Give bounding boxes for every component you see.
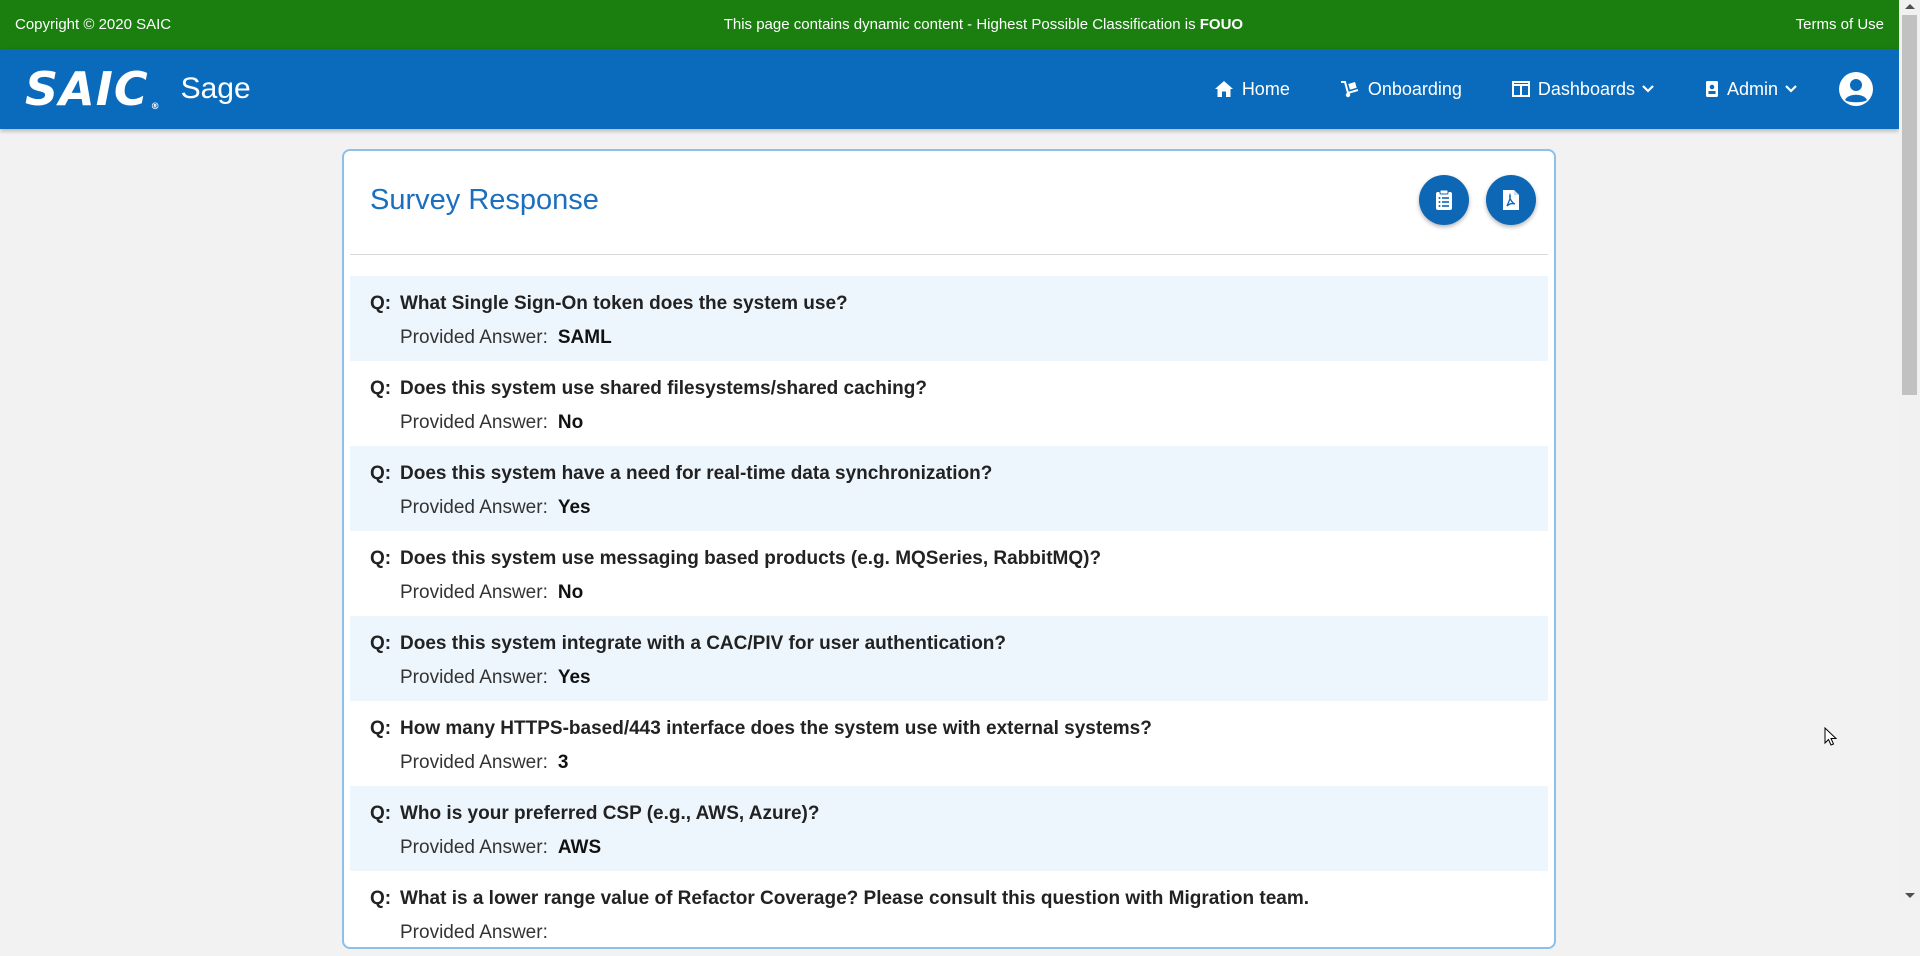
answer: Provided Answer: 3 bbox=[400, 752, 1548, 774]
question: Q: What is a lower range value of Refacto… bbox=[370, 888, 1548, 910]
classification-text: This page contains dynamic content - Hig… bbox=[724, 16, 1243, 33]
question-text: Does this system integrate with a CAC/PI… bbox=[400, 633, 1007, 654]
question-prefix: Q: bbox=[370, 548, 392, 569]
nav-admin[interactable]: Admin bbox=[1705, 79, 1798, 100]
answer: Provided Answer: AWS bbox=[400, 837, 1548, 859]
question-text: How many HTTPS-based/443 interface does … bbox=[400, 718, 1152, 739]
card-header: Survey Response bbox=[350, 151, 1548, 255]
question-prefix: Q: bbox=[370, 718, 392, 739]
vertical-scrollbar[interactable] bbox=[1899, 0, 1920, 902]
question-item: Q: Does this system use messaging based p… bbox=[350, 531, 1548, 616]
question-item: Q: Does this system use shared filesystem… bbox=[350, 361, 1548, 446]
answer: Provided Answer: Yes bbox=[400, 667, 1548, 689]
question-item: Q: Does this system have a need for real-… bbox=[350, 446, 1548, 531]
question-prefix: Q: bbox=[370, 463, 392, 484]
app-name: Sage bbox=[180, 72, 251, 105]
columns-icon bbox=[1511, 81, 1530, 97]
page-title: Survey Response bbox=[370, 184, 599, 216]
nav-onboarding-label: Onboarding bbox=[1367, 78, 1462, 99]
answer-label: Provided Answer: bbox=[400, 497, 548, 518]
question: Q: Does this system use shared filesystem… bbox=[370, 378, 1548, 400]
dolly-icon bbox=[1340, 81, 1359, 98]
nav-admin-label: Admin bbox=[1726, 78, 1778, 99]
main-navbar: SAIC ® Sage Home Onboarding Dashboards Ad… bbox=[0, 49, 1899, 129]
question: Q: How many HTTPS-based/443 interface doe… bbox=[370, 718, 1548, 740]
classification-prefix: This page contains dynamic content - Hig… bbox=[723, 16, 1200, 33]
question-text: What is a lower range value of Refactor … bbox=[400, 888, 1310, 909]
answer-value: No bbox=[557, 582, 584, 603]
saic-logo[interactable]: SAIC ® bbox=[25, 66, 161, 112]
answer-label: Provided Answer: bbox=[400, 837, 548, 858]
answer-label: Provided Answer: bbox=[400, 582, 548, 603]
question-list: Q: What Single Sign-On token does the sys… bbox=[350, 276, 1548, 956]
chevron-down-icon bbox=[1642, 85, 1654, 93]
question-text: Does this system use shared filesystems/… bbox=[400, 378, 927, 399]
question: Q: Who is your preferred CSP (e.g., AWS, … bbox=[370, 803, 1548, 825]
question: Q: Does this system integrate with a CAC/… bbox=[370, 633, 1548, 655]
question-prefix: Q: bbox=[370, 378, 392, 399]
answer-value: Yes bbox=[557, 667, 591, 688]
nav-home[interactable]: Home bbox=[1214, 79, 1290, 100]
home-icon bbox=[1214, 81, 1233, 97]
card-actions bbox=[1402, 175, 1536, 225]
question-item: Q: Who is your preferred CSP (e.g., AWS, … bbox=[350, 786, 1548, 871]
nav-onboarding[interactable]: Onboarding bbox=[1340, 79, 1462, 100]
answer: Provided Answer: SAML bbox=[400, 327, 1548, 349]
question-item: Q: How many HTTPS-based/443 interface doe… bbox=[350, 701, 1548, 786]
nav-dashboards[interactable]: Dashboards bbox=[1511, 78, 1655, 100]
answer-value: No bbox=[557, 412, 584, 433]
answer-label: Provided Answer: bbox=[400, 667, 548, 688]
pdf-file-icon bbox=[1503, 190, 1519, 210]
terms-of-use-link[interactable]: Terms of Use bbox=[1796, 16, 1884, 33]
answer: Provided Answer: No bbox=[400, 582, 1548, 604]
mouse-cursor-icon bbox=[1824, 727, 1838, 746]
question: Q: What Single Sign-On token does the sys… bbox=[370, 293, 1548, 315]
nav-home-label: Home bbox=[1241, 78, 1290, 99]
question-prefix: Q: bbox=[370, 888, 392, 909]
question-text: Does this system use messaging based pro… bbox=[400, 548, 1102, 569]
answer-value: 3 bbox=[557, 752, 569, 773]
question-item: Q: Does this system integrate with a CAC/… bbox=[350, 616, 1548, 701]
answer: Provided Answer: Yes bbox=[400, 497, 1548, 519]
copy-clipboard-button[interactable] bbox=[1419, 175, 1469, 225]
classification-level: FOUO bbox=[1199, 16, 1244, 33]
question-item: Q: What Single Sign-On token does the sys… bbox=[350, 276, 1548, 361]
answer-value: AWS bbox=[557, 837, 602, 858]
answer: Provided Answer: bbox=[400, 922, 1548, 944]
survey-response-card: Survey Response Q: What Single Sign-On to… bbox=[342, 149, 1556, 949]
scroll-down-arrow[interactable] bbox=[1905, 893, 1915, 898]
copyright-text: Copyright © 2020 SAIC bbox=[15, 16, 172, 33]
question: Q: Does this system use messaging based p… bbox=[370, 548, 1548, 570]
answer-value: SAML bbox=[557, 327, 612, 348]
answer-label: Provided Answer: bbox=[400, 327, 548, 348]
nav-links: Home Onboarding Dashboards Admin bbox=[1164, 71, 1874, 107]
answer: Provided Answer: No bbox=[400, 412, 1548, 434]
answer-label: Provided Answer: bbox=[400, 412, 548, 433]
question-prefix: Q: bbox=[370, 293, 392, 314]
question-text: Does this system have a need for real-ti… bbox=[400, 463, 993, 484]
user-avatar-button[interactable] bbox=[1838, 71, 1874, 107]
question-item: Q: What is a lower range value of Refacto… bbox=[350, 871, 1548, 956]
clipboard-icon bbox=[1436, 189, 1452, 210]
answer-value: Yes bbox=[557, 497, 591, 518]
classification-banner: Copyright © 2020 SAIC This page contains… bbox=[0, 0, 1899, 49]
id-badge-icon bbox=[1705, 81, 1718, 97]
scrollbar-thumb[interactable] bbox=[1902, 15, 1917, 395]
nav-dashboards-label: Dashboards bbox=[1537, 78, 1635, 99]
chevron-down-icon bbox=[1785, 85, 1797, 93]
export-pdf-button[interactable] bbox=[1486, 175, 1536, 225]
user-circle-icon bbox=[1839, 72, 1873, 106]
question-text: Who is your preferred CSP (e.g., AWS, Az… bbox=[400, 803, 820, 824]
question-text: What Single Sign-On token does the syste… bbox=[400, 293, 848, 314]
question-prefix: Q: bbox=[370, 803, 392, 824]
scroll-up-arrow[interactable] bbox=[1905, 4, 1915, 9]
answer-label: Provided Answer: bbox=[400, 752, 548, 773]
question: Q: Does this system have a need for real-… bbox=[370, 463, 1548, 485]
question-prefix: Q: bbox=[370, 633, 392, 654]
answer-label: Provided Answer: bbox=[400, 922, 548, 943]
